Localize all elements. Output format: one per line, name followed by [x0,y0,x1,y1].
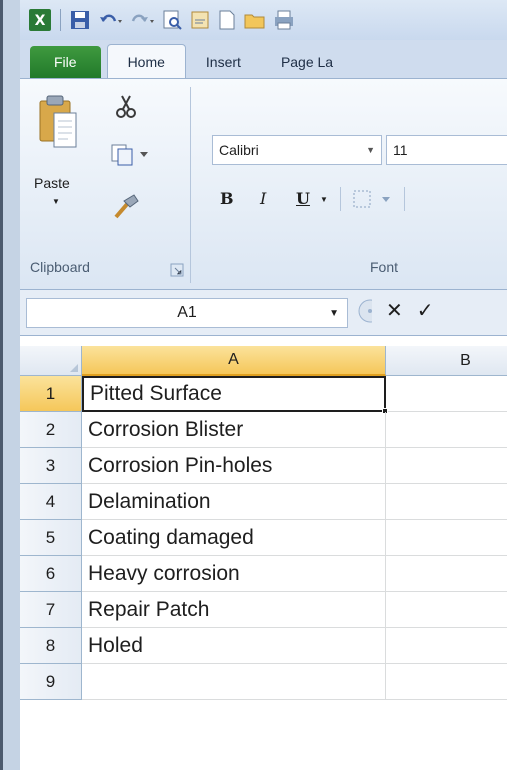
cell-value: Heavy corrosion [88,562,240,585]
formula-actions: ✕ ✓ [358,298,434,323]
table-row: 3 Corrosion Pin-holes [20,448,507,484]
cell-value: Holed [88,634,143,657]
row-header[interactable]: 7 [20,592,82,628]
save-icon[interactable] [69,9,91,31]
qat-separator [60,9,61,31]
quick-access-toolbar: X [20,0,507,40]
table-row: 8 Holed [20,628,507,664]
cell-b3[interactable] [386,448,507,484]
table-row: 7 Repair Patch [20,592,507,628]
cell-a4[interactable]: Delamination [82,484,386,520]
cell-value: Corrosion Pin-holes [88,454,273,477]
new-document-icon[interactable] [217,9,237,31]
format-painter-icon[interactable] [110,191,140,221]
ribbon-separator [404,187,405,211]
table-row: 2 Corrosion Blister [20,412,507,448]
spelling-icon[interactable] [189,9,211,31]
ribbon-tabs: File Home Insert Page La [20,40,507,78]
cell-a7[interactable]: Repair Patch [82,592,386,628]
cell-a5[interactable]: Coating damaged [82,520,386,556]
paste-dropdown-icon[interactable]: ▼ [52,197,60,206]
cell-value: Pitted Surface [90,382,222,405]
cell-value: Corrosion Blister [88,418,244,441]
cell-b1[interactable] [386,376,507,412]
redo-icon[interactable] [129,9,155,31]
row-header[interactable]: 5 [20,520,82,556]
table-row: 6 Heavy corrosion [20,556,507,592]
row-header[interactable]: 9 [20,664,82,700]
cancel-entry-icon[interactable]: ✕ [386,298,403,323]
underline-button[interactable]: U [296,189,310,208]
cell-a8[interactable]: Holed [82,628,386,664]
column-header-b[interactable]: B [386,346,507,376]
cell-b4[interactable] [386,484,507,520]
row-header[interactable]: 6 [20,556,82,592]
ribbon-separator [340,187,341,211]
cut-icon[interactable] [114,93,138,119]
tab-insert[interactable]: Insert [186,46,261,78]
cell-b9[interactable] [386,664,507,700]
row-header[interactable]: 3 [20,448,82,484]
font-size-value: 11 [393,142,408,158]
tab-page-layout[interactable]: Page La [261,46,353,78]
row-header[interactable]: 4 [20,484,82,520]
italic-button[interactable]: I [260,189,266,208]
cell-a1[interactable]: Pitted Surface [82,376,388,414]
window-edge [0,0,20,770]
cell-b7[interactable] [386,592,507,628]
column-header-a[interactable]: A [82,346,386,376]
svg-text:X: X [35,13,46,29]
name-box-value: A1 [177,304,197,321]
group-divider [190,87,191,283]
font-size-combo[interactable]: 11 [386,135,507,165]
row-header[interactable]: 1 [20,376,82,412]
cell-a2[interactable]: Corrosion Blister [82,412,386,448]
table-row: 9 [20,664,507,700]
cell-a9[interactable] [82,664,386,700]
confirm-entry-icon[interactable]: ✓ [417,298,434,323]
paste-button[interactable]: Paste ▼ [30,89,88,219]
paste-label: Paste [34,175,70,191]
formula-bar: A1 ▼ ✕ ✓ [20,290,507,336]
print-icon[interactable] [273,9,295,31]
table-row: 1 Pitted Surface [20,376,507,414]
underline-dropdown-icon[interactable]: ▼ [320,195,328,204]
table-row: 4 Delamination [20,484,507,520]
ribbon: Paste ▼ Clipboard Calibri ▼ 11 B I U ▼ F… [20,78,507,290]
cell-b2[interactable] [386,412,507,448]
excel-window: X File Home Insert Page La Paste ▼ Clipb… [20,0,507,770]
column-header-row: A B [20,346,507,376]
table-row: 5 Coating damaged [20,520,507,556]
font-name-value: Calibri [219,142,259,158]
open-folder-icon[interactable] [243,9,267,31]
cell-value: Repair Patch [88,598,210,621]
font-name-dropdown-icon[interactable]: ▼ [366,145,375,155]
undo-icon[interactable] [97,9,123,31]
paste-icon [36,93,82,151]
tab-file[interactable]: File [30,46,101,78]
font-name-combo[interactable]: Calibri ▼ [212,135,382,165]
cell-b6[interactable] [386,556,507,592]
tab-home[interactable]: Home [106,44,186,78]
cell-b8[interactable] [386,628,507,664]
name-box-dropdown-icon[interactable]: ▼ [329,308,339,319]
print-preview-icon[interactable] [161,9,183,31]
copy-icon[interactable] [110,141,150,167]
bold-button[interactable]: B [220,189,234,208]
excel-logo-icon: X [28,8,52,32]
cell-value: Coating damaged [88,526,254,549]
cell-a3[interactable]: Corrosion Pin-holes [82,448,386,484]
clipboard-launcher-icon[interactable] [170,263,184,277]
cell-a6[interactable]: Heavy corrosion [82,556,386,592]
row-header[interactable]: 8 [20,628,82,664]
name-box[interactable]: A1 ▼ [26,298,348,328]
cell-value: Delamination [88,490,211,513]
row-header[interactable]: 2 [20,412,82,448]
select-all-corner[interactable] [20,346,82,376]
font-group-label: Font [370,259,399,275]
cell-b5[interactable] [386,520,507,556]
clipboard-group-label: Clipboard [30,259,90,275]
borders-icon[interactable] [352,189,396,209]
formula-bar-resize-icon[interactable] [358,299,372,323]
